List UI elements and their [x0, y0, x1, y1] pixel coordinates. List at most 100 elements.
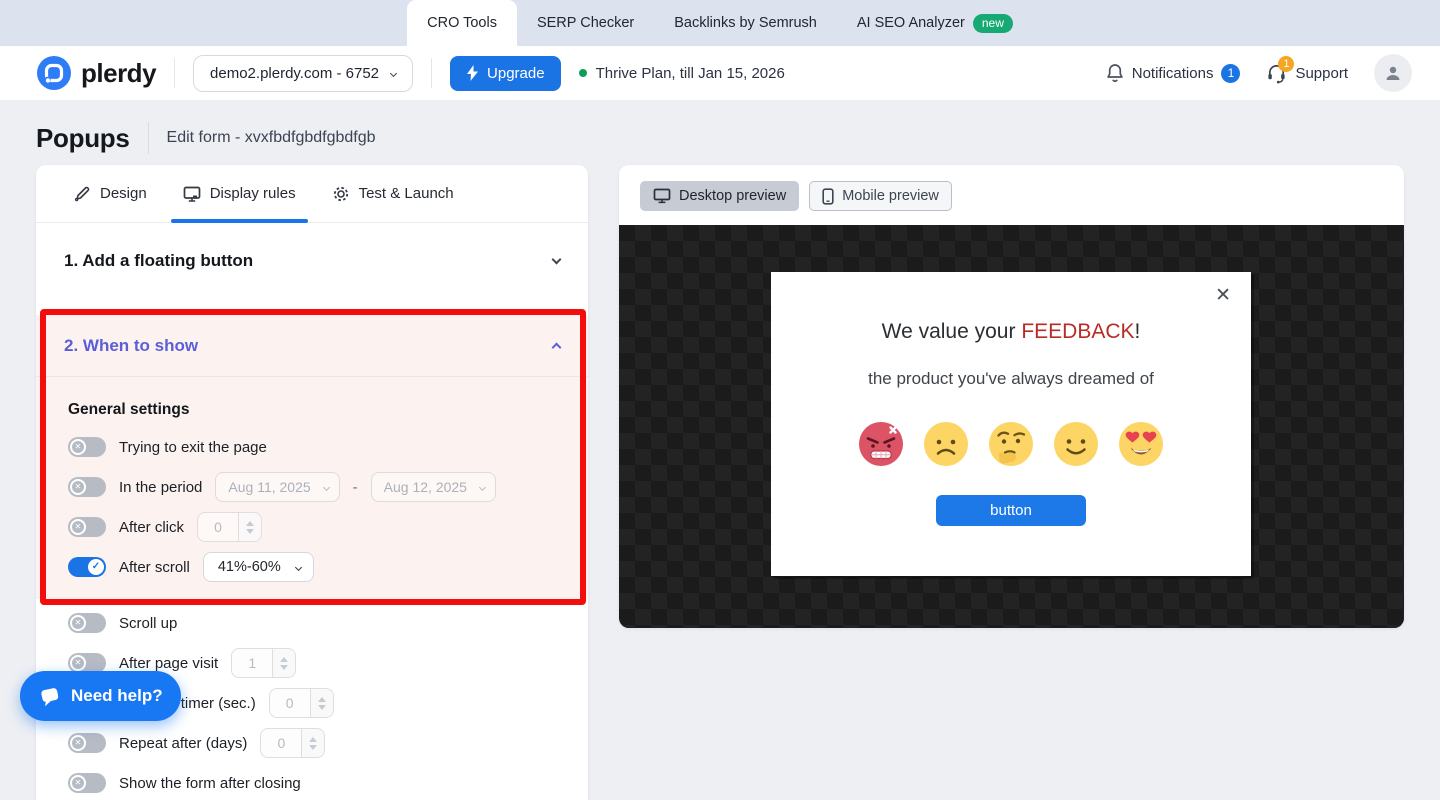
chevron-down-icon	[323, 483, 330, 490]
product-tab-bar: CRO Tools SERP Checker Backlinks by Semr…	[0, 0, 1440, 46]
chevron-down-icon	[479, 483, 486, 490]
section-when-to-show-header[interactable]: 2. When to show	[36, 315, 588, 377]
desktop-preview-button[interactable]: Desktop preview	[640, 181, 799, 211]
page-visit-value[interactable]: 1	[232, 649, 272, 677]
monitor-icon	[653, 188, 671, 204]
active-status-dot	[579, 69, 587, 77]
plan-status: Thrive Plan, till Jan 15, 2026	[579, 65, 785, 82]
chat-bubble-icon	[38, 684, 62, 708]
chevron-down-icon	[295, 563, 302, 570]
popup-cta-button[interactable]: button	[936, 495, 1086, 526]
notifications-button[interactable]: Notifications 1	[1106, 63, 1241, 83]
support-count-badge: 1	[1278, 56, 1294, 72]
breadcrumb-edit-form: Edit form - xvxfbdfgbdfgbdfgb	[167, 129, 376, 147]
app-root: CRO Tools SERP Checker Backlinks by Semr…	[0, 0, 1440, 800]
page-visit-stepper[interactable]	[272, 649, 295, 677]
rule-row-after-scroll: ✓ After scroll 41%-60%	[36, 547, 588, 587]
page-title-row: Popups Edit form - xvxfbdfgbdfgbdfgb	[0, 100, 1440, 156]
headset-icon: 1	[1266, 63, 1287, 84]
support-button[interactable]: 1 Support	[1266, 63, 1348, 84]
emoji-love-icon[interactable]	[1117, 420, 1165, 468]
general-settings-title: General settings	[68, 401, 588, 419]
emoji-smile-icon[interactable]	[1052, 420, 1100, 468]
notifications-count-badge: 1	[1221, 64, 1240, 83]
gear-icon	[332, 185, 350, 203]
editor-tabs: Design Display rules Test & Launch	[36, 165, 588, 223]
rule-row-exit: ✕ Trying to exit the page	[36, 427, 588, 467]
tab-cro-tools[interactable]: CRO Tools	[407, 0, 517, 46]
timer-stepper[interactable]	[310, 689, 333, 717]
divider	[431, 58, 432, 88]
section-add-floating-button[interactable]: 1. Add a floating button	[36, 223, 588, 299]
emoji-rating-row	[771, 420, 1251, 468]
chevron-up-icon	[552, 342, 562, 352]
toggle-scroll-up[interactable]: ✕	[68, 613, 106, 633]
toggle-after-scroll[interactable]: ✓	[68, 557, 106, 577]
chevron-down-icon	[552, 255, 562, 265]
plerdy-logo-icon	[36, 55, 72, 91]
rule-row-period: ✕ In the period Aug 11, 2025 - Aug 12, 2…	[36, 467, 588, 507]
after-scroll-select[interactable]: 41%-60%	[203, 552, 314, 582]
toggle-after-click[interactable]: ✕	[68, 517, 106, 537]
site-selector-dropdown[interactable]: demo2.plerdy.com - 6752	[193, 55, 413, 92]
tab-design[interactable]: Design	[74, 165, 147, 222]
toggle-page-visit[interactable]: ✕	[68, 653, 106, 673]
popup-title-accent: FEEDBACK	[1021, 320, 1134, 343]
popup-body-text: the product you've always dreamed of	[771, 369, 1251, 389]
header-right: Notifications 1 1 Support	[1106, 54, 1412, 92]
tab-test-launch[interactable]: Test & Launch	[332, 165, 454, 222]
rule-row-scroll-up: ✕ Scroll up	[36, 603, 588, 643]
toggle-in-period[interactable]: ✕	[68, 477, 106, 497]
repeat-value[interactable]: 0	[261, 729, 301, 757]
rule-row-after-click: ✕ After click 0	[36, 507, 588, 547]
brand-name: plerdy	[81, 58, 156, 89]
toggle-after-closing[interactable]: ✕	[68, 773, 106, 793]
lightning-icon	[466, 65, 479, 81]
new-badge: new	[973, 14, 1013, 33]
bell-icon	[1106, 63, 1124, 83]
timer-input: 0	[269, 688, 334, 718]
emoji-angry-icon[interactable]	[857, 420, 905, 468]
upgrade-button[interactable]: Upgrade	[450, 56, 561, 91]
need-help-button[interactable]: Need help?	[20, 671, 181, 721]
app-header: plerdy demo2.plerdy.com - 6752 Upgrade T…	[0, 46, 1440, 100]
monitor-icon	[183, 186, 201, 202]
tab-backlinks[interactable]: Backlinks by Semrush	[654, 0, 837, 46]
user-avatar[interactable]	[1374, 54, 1412, 92]
rule-row-after-closing: ✕ Show the form after closing	[36, 763, 588, 800]
tab-ai-seo-analyzer[interactable]: AI SEO Analyzer new	[837, 0, 1033, 46]
close-icon[interactable]: ✕	[1215, 284, 1231, 307]
tab-display-rules[interactable]: Display rules	[183, 165, 296, 222]
active-tab-underline	[171, 219, 308, 223]
chevron-down-icon	[390, 69, 397, 76]
repeat-input: 0	[260, 728, 325, 758]
preview-toolbar: Desktop preview Mobile preview	[619, 165, 1404, 225]
date-to-select[interactable]: Aug 12, 2025	[371, 472, 496, 502]
rule-row-repeat: ✕ Repeat after (days) 0	[36, 723, 588, 763]
phone-icon	[822, 188, 834, 205]
divider	[174, 58, 175, 88]
divider	[148, 122, 149, 154]
preview-canvas: ✕ We value your FEEDBACK! the product yo…	[619, 225, 1404, 628]
after-click-stepper[interactable]	[238, 513, 261, 541]
toggle-exit-page[interactable]: ✕	[68, 437, 106, 457]
popup-title: We value your FEEDBACK!	[771, 320, 1251, 344]
pencil-icon	[74, 185, 91, 202]
after-click-value[interactable]: 0	[198, 513, 238, 541]
emoji-sad-icon[interactable]	[922, 420, 970, 468]
tab-serp-checker[interactable]: SERP Checker	[517, 0, 654, 46]
date-from-select[interactable]: Aug 11, 2025	[215, 472, 339, 502]
toggle-repeat[interactable]: ✕	[68, 733, 106, 753]
timer-value[interactable]: 0	[270, 689, 310, 717]
person-icon	[1383, 63, 1403, 83]
preview-panel: Desktop preview Mobile preview ✕ We valu…	[619, 165, 1404, 628]
after-click-input: 0	[197, 512, 262, 542]
page-title: Popups	[36, 123, 130, 154]
popup-preview: ✕ We value your FEEDBACK! the product yo…	[771, 272, 1251, 576]
page-visit-input: 1	[231, 648, 296, 678]
section-when-to-show: 2. When to show General settings ✕ Tryin…	[36, 315, 588, 599]
brand-logo[interactable]: plerdy	[36, 55, 156, 91]
repeat-stepper[interactable]	[301, 729, 324, 757]
emoji-thinking-icon[interactable]	[987, 420, 1035, 468]
mobile-preview-button[interactable]: Mobile preview	[809, 181, 952, 211]
